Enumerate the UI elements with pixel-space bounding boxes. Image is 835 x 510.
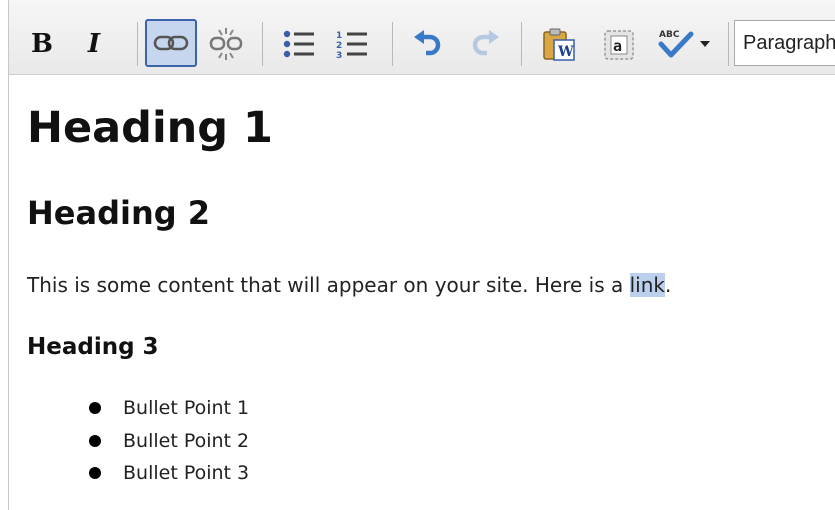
selected-link[interactable]: link — [629, 273, 665, 297]
unlink-icon — [209, 28, 243, 60]
bold-icon: B — [31, 29, 53, 59]
list-item: Bullet Point 1 — [89, 392, 249, 425]
chevron-down-icon[interactable] — [700, 41, 710, 47]
italic-icon: I — [87, 29, 101, 59]
spellcheck-button[interactable]: ABC — [649, 23, 717, 65]
toolbar-separator — [262, 22, 263, 66]
paragraph: This is some content that will appear on… — [27, 271, 671, 299]
paste-word-icon: W — [543, 28, 575, 61]
paragraph-text: This is some content that will appear on… — [27, 273, 630, 297]
bullet-list: Bullet Point 1 Bullet Point 2 Bullet Poi… — [89, 392, 249, 490]
list-item: Bullet Point 3 — [89, 457, 249, 490]
list-item: Bullet Point 2 — [89, 425, 249, 458]
spellcheck-icon: ABC — [658, 30, 694, 58]
redo-button[interactable] — [466, 23, 506, 65]
svg-text:2: 2 — [336, 41, 342, 51]
svg-text:ABC: ABC — [659, 30, 680, 40]
undo-icon — [414, 30, 441, 56]
format-select-value: Paragraph — [743, 31, 835, 54]
paste-text-icon: a — [604, 30, 634, 60]
paste-from-word-button[interactable]: W — [537, 23, 581, 65]
toolbar-separator — [392, 22, 393, 66]
bullet-dot-icon — [89, 467, 101, 479]
bullet-dot-icon — [89, 402, 101, 414]
list-item-text: Bullet Point 3 — [123, 462, 250, 484]
paste-as-text-button[interactable]: a — [597, 23, 641, 65]
unlink-button[interactable] — [205, 23, 247, 65]
link-icon — [153, 35, 189, 51]
bullet-dot-icon — [89, 434, 101, 447]
toolbar-separator — [137, 22, 138, 66]
editor-left-border — [8, 0, 9, 510]
numbered-list-icon: 1 2 3 — [336, 31, 367, 61]
toolbar-separator — [728, 22, 729, 66]
bullet-list-icon — [283, 30, 314, 58]
bold-button[interactable]: B — [25, 23, 59, 65]
format-select[interactable]: Paragraph — [734, 20, 835, 66]
heading-3: Heading 3 — [27, 334, 159, 360]
list-item-text: Bullet Point 1 — [123, 397, 250, 419]
heading-1: Heading 1 — [27, 103, 273, 153]
svg-text:3: 3 — [336, 51, 342, 61]
svg-text:a: a — [613, 37, 622, 55]
list-item-text: Bullet Point 2 — [123, 429, 250, 452]
toolbar-separator — [521, 22, 522, 66]
paragraph-end: . — [664, 273, 672, 297]
undo-button[interactable] — [406, 23, 448, 65]
bullet-list-button[interactable] — [279, 23, 319, 65]
svg-text:1: 1 — [336, 31, 342, 41]
editor-toolbar: B I 1 2 3 W a ABC — [9, 0, 835, 75]
insert-link-button[interactable] — [145, 19, 197, 67]
numbered-list-button[interactable]: 1 2 3 — [331, 23, 373, 65]
italic-button[interactable]: I — [79, 23, 109, 65]
heading-2: Heading 2 — [27, 194, 211, 232]
svg-text:W: W — [557, 44, 574, 60]
redo-icon — [472, 30, 499, 56]
